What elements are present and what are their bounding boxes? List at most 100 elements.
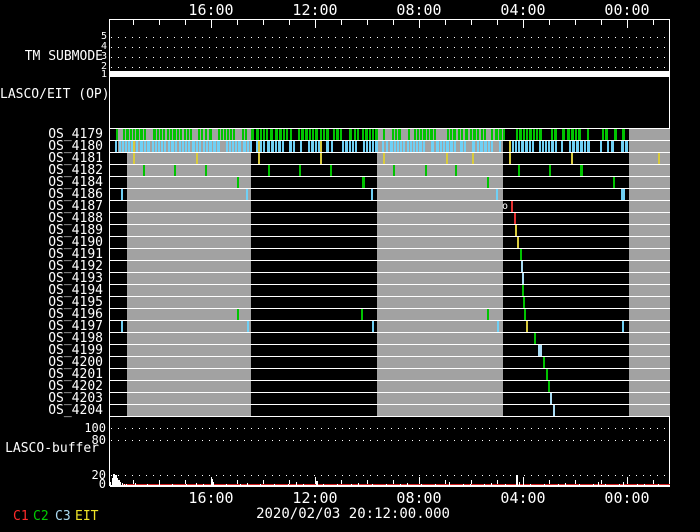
image-bar — [470, 129, 472, 140]
image-bar — [227, 129, 229, 140]
observing-window-block — [629, 321, 670, 332]
image-bar — [519, 129, 522, 140]
buffer-spike — [484, 484, 485, 487]
observing-window-block — [377, 333, 503, 344]
buffer-spike — [135, 482, 136, 487]
buffer-spike — [267, 484, 268, 487]
image-bar — [602, 129, 604, 140]
buffer-spike — [442, 484, 443, 487]
image-bar — [375, 141, 378, 152]
buffer-spike — [124, 483, 125, 487]
image-bar — [170, 129, 172, 140]
x-axis-tick-top — [601, 20, 602, 25]
observing-window-block — [629, 405, 670, 416]
observing-window-block — [377, 381, 503, 392]
buffer-spike — [400, 484, 401, 487]
x-axis-tick-top — [575, 20, 576, 25]
x-axis-label-top: 16:00 — [188, 1, 234, 19]
image-bar — [446, 141, 449, 152]
image-bar — [554, 129, 557, 140]
buffer-spike — [449, 482, 450, 487]
buffer-spike — [598, 481, 599, 487]
image-bar — [454, 141, 456, 152]
buffer-spike — [637, 484, 638, 487]
image-bar — [484, 129, 486, 140]
marker-char: o — [502, 201, 509, 212]
image-bar — [614, 129, 617, 140]
image-bar — [279, 129, 282, 140]
image-bar — [349, 129, 352, 140]
image-bar — [312, 129, 314, 140]
image-bar — [423, 129, 426, 140]
image-tick — [613, 177, 615, 188]
buffer-spike — [253, 484, 254, 487]
image-tick — [258, 141, 260, 152]
buffer-spike — [196, 482, 197, 487]
buffer-spike — [414, 484, 415, 487]
image-bar — [525, 141, 528, 152]
image-bar — [562, 129, 565, 140]
observing-window-block — [377, 393, 503, 404]
observing-window-block — [127, 321, 251, 332]
x-axis-tick-top — [419, 20, 420, 28]
image-tick — [393, 165, 395, 176]
image-bar — [167, 129, 169, 140]
buffer-spike — [523, 482, 524, 487]
image-bar — [539, 141, 541, 152]
image-tick — [515, 225, 517, 236]
image-bar — [226, 141, 228, 152]
image-bar — [263, 141, 265, 152]
image-bar — [326, 129, 329, 140]
buffer-spike — [658, 484, 659, 487]
image-bar — [362, 129, 364, 140]
buffer-spike — [186, 484, 187, 487]
image-bar — [160, 129, 162, 140]
observing-window-block — [127, 345, 251, 356]
image-bar — [315, 129, 318, 140]
image-bar — [122, 141, 124, 152]
image-tick — [268, 165, 270, 176]
buffer-spike — [498, 484, 499, 487]
image-bar — [382, 141, 384, 152]
image-bar — [414, 129, 416, 140]
buffer-spike — [337, 483, 338, 487]
image-bar — [551, 129, 553, 140]
image-tick — [247, 321, 249, 332]
image-bar — [539, 129, 542, 140]
image-tick — [330, 165, 332, 176]
observing-window-block — [629, 309, 670, 320]
buffer-spike — [226, 484, 227, 487]
image-bar — [461, 129, 463, 140]
buffer-spike — [565, 482, 566, 487]
buffer-spike — [129, 484, 130, 487]
image-tick — [511, 201, 513, 212]
image-bar — [271, 141, 274, 152]
x-axis-label-top: 12:00 — [292, 1, 338, 19]
observing-window-block — [629, 213, 670, 224]
observing-window-block — [629, 189, 670, 200]
image-bar — [355, 141, 357, 152]
buffer-spike — [323, 484, 324, 487]
observing-window-block — [127, 249, 251, 260]
observing-window-block — [377, 309, 503, 320]
image-bar — [488, 141, 490, 152]
image-tick — [549, 165, 551, 176]
image-bar — [512, 141, 514, 152]
buffer-spike — [477, 484, 478, 487]
image-bar — [417, 129, 419, 140]
observing-window-block — [377, 261, 503, 272]
image-bar — [128, 141, 130, 152]
buffer-spike — [530, 484, 531, 487]
image-tick — [571, 153, 573, 164]
buffer-spike — [519, 481, 520, 487]
image-bar — [235, 141, 237, 152]
image-tick — [509, 141, 511, 152]
x-axis-tick-top — [211, 20, 212, 28]
x-axis-tick-top — [237, 20, 238, 25]
image-bar — [245, 129, 247, 140]
image-bar — [480, 141, 483, 152]
image-bar — [529, 141, 531, 152]
image-tick — [371, 189, 373, 200]
observing-window-block — [629, 237, 670, 248]
image-bar — [453, 129, 456, 140]
